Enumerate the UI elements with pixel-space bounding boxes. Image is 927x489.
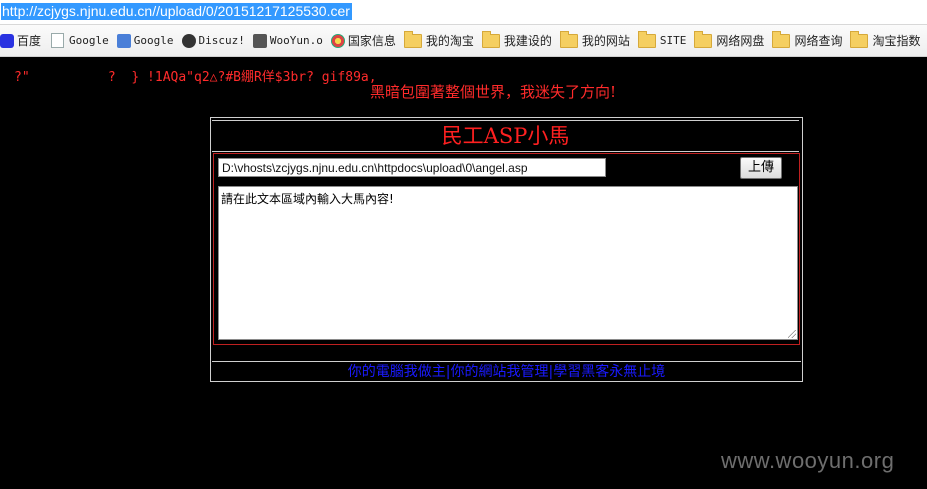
bookmark-label: SITE <box>659 34 687 47</box>
baidu-icon <box>0 33 14 48</box>
footer-link-hacker[interactable]: 學習黑客永無止境 <box>553 364 665 380</box>
bookmark-discuz[interactable]: Discuz! <box>181 31 249 51</box>
folder-icon <box>403 30 422 48</box>
folder-icon <box>637 30 656 48</box>
bookmark-baidu[interactable]: 百度 <box>0 31 45 51</box>
bookmark-label: 百度 <box>17 34 42 48</box>
page-icon <box>51 33 65 48</box>
bookmark-label: 我建设的 <box>503 34 552 48</box>
folder-icon <box>694 30 713 48</box>
bookmark-folder-built[interactable]: 我建设的 <box>481 30 556 51</box>
bookmark-label: 我的网站 <box>581 34 630 48</box>
bookmark-folder-sites[interactable]: 我的网站 <box>559 30 634 51</box>
bookmark-folder-taobao[interactable]: 我的淘宝 <box>403 30 478 51</box>
discuz-icon <box>181 33 196 48</box>
bookmark-folder-site[interactable]: SITE <box>637 30 691 51</box>
path-input[interactable]: D:\vhosts\zcjygs.njnu.edu.cn\httpdocs\up… <box>218 158 606 177</box>
bookmark-label: Discuz! <box>198 34 245 47</box>
address-bar[interactable]: http://zcjygs.njnu.edu.cn//upload/0/2015… <box>0 0 927 25</box>
bookmark-google[interactable]: Google <box>49 31 113 51</box>
bookmark-folder-netdisk[interactable]: 网络网盘 <box>694 30 768 51</box>
upload-form: D:\vhosts\zcjygs.njnu.edu.cn\httpdocs\up… <box>213 153 800 345</box>
watermark: www.wooyun.org <box>721 448 895 473</box>
webshell-panel: 民工ASP小馬 D:\vhosts\zcjygs.njnu.edu.cn\htt… <box>210 117 803 382</box>
page-title: 民工ASP小馬 <box>212 120 799 152</box>
bookmark-label: WooYun.o <box>269 34 323 47</box>
bookmark-label: 淘宝指数 <box>872 34 921 48</box>
bookmark-label: Google <box>133 34 174 47</box>
gov-emblem-icon <box>330 33 345 48</box>
footer-links: 你的電腦我做主|你的網站我管理|學習黑客永無止境 <box>211 362 802 382</box>
bookmark-folder-query[interactable]: 网络查询 <box>772 30 846 51</box>
upload-button[interactable]: 上傳 <box>740 157 782 179</box>
folder-icon <box>559 30 578 48</box>
content-textarea[interactable]: 請在此文本區域內輸入大馬內容! <box>218 186 798 340</box>
bookmark-folder-taobao-index[interactable]: 淘宝指数 <box>850 30 924 51</box>
bookmark-label: 网络网盘 <box>716 34 765 48</box>
wooyun-icon <box>252 33 267 48</box>
slogan: 黑暗包圍著整個世界，我迷失了方向! <box>370 83 617 101</box>
bookmark-label: 国家信息 <box>347 34 396 48</box>
bookmark-label: 我的淘宝 <box>425 34 474 48</box>
bookmark-gov-info[interactable]: 国家信息 <box>330 31 400 51</box>
google-translate-icon <box>116 33 131 48</box>
folder-icon <box>772 30 791 48</box>
url-text[interactable]: http://zcjygs.njnu.edu.cn//upload/0/2015… <box>1 3 352 20</box>
textarea-text: 請在此文本區域內輸入大馬內容! <box>221 192 394 206</box>
garbled-text: ?" ? } !1AQa"q2△?#B綳R佯$3br? gif89a, <box>14 70 377 85</box>
resize-grip-icon[interactable] <box>788 330 796 338</box>
bookmark-label: Google <box>69 34 109 47</box>
bookmark-google-translate[interactable]: Google <box>116 31 178 51</box>
bookmarks-bar: 百度 Google Google Discuz! WooYun.o 国家信息 我… <box>0 25 927 57</box>
bookmark-label: 网络查询 <box>794 34 843 48</box>
bookmark-wooyun[interactable]: WooYun.o <box>252 31 327 51</box>
folder-icon <box>481 30 500 48</box>
footer-link-website[interactable]: 你的網站我管理 <box>451 364 549 380</box>
folder-icon <box>850 30 869 48</box>
footer-link-computer[interactable]: 你的電腦我做主 <box>348 364 446 380</box>
